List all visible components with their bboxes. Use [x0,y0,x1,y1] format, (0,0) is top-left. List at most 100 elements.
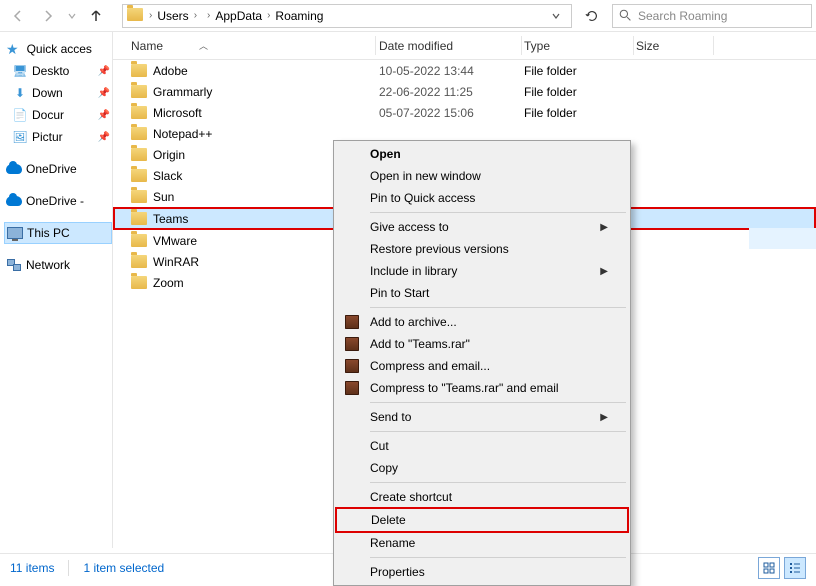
address-dropdown[interactable] [545,11,567,21]
ctx-cut[interactable]: Cut [336,435,628,457]
folder-icon [131,234,147,247]
file-name: Slack [153,169,182,183]
search-icon [619,9,632,22]
ctx-open[interactable]: Open [336,143,628,165]
context-menu: Open Open in new window Pin to Quick acc… [333,140,631,586]
pin-icon: 📌 [98,66,110,77]
breadcrumb-item[interactable]: Users [154,9,191,23]
file-type: File folder [518,85,630,99]
file-name: Adobe [153,64,188,78]
back-button[interactable] [4,3,32,29]
file-type: File folder [518,106,630,120]
ctx-add-teams-rar[interactable]: Add to "Teams.rar" [336,333,628,355]
folder-icon [131,276,147,289]
sidebar-item-documents[interactable]: 📄 Docur📌 [4,104,112,126]
file-name: Origin [153,148,185,162]
selection-extend [749,228,816,249]
pin-icon: 📌 [98,132,110,143]
winrar-icon [344,380,360,396]
view-large-icons-button[interactable] [758,557,780,579]
ctx-pin-quick-access[interactable]: Pin to Quick access [336,187,628,209]
ctx-properties[interactable]: Properties [336,561,628,583]
folder-icon [131,148,147,161]
view-details-button[interactable] [784,557,806,579]
ctx-rename[interactable]: Rename [336,532,628,554]
refresh-button[interactable] [580,4,604,28]
ctx-send-to[interactable]: Send to▶ [336,406,628,428]
search-placeholder: Search Roaming [638,9,727,23]
ctx-restore-previous[interactable]: Restore previous versions [336,238,628,260]
onedrive-icon [6,193,22,209]
folder-icon [131,106,147,119]
file-name: Zoom [153,276,184,290]
folder-icon [131,64,147,77]
chevron-right-icon[interactable]: › [147,10,154,21]
chevron-right-icon[interactable]: › [205,10,212,21]
up-button[interactable] [82,3,110,29]
file-row[interactable]: Adobe 10-05-2022 13:44File folder [113,60,816,81]
sidebar-item-desktop[interactable]: 🖥 Deskto📌 [4,60,112,82]
pictures-icon: 🖼 [12,129,28,145]
ctx-create-shortcut[interactable]: Create shortcut [336,486,628,508]
file-row[interactable]: Grammarly 22-06-2022 11:25File folder [113,81,816,102]
column-header-date[interactable]: Date modified [373,39,518,53]
file-date: 05-07-2022 15:06 [373,106,518,120]
column-header-size[interactable]: Size [630,39,710,53]
chevron-right-icon[interactable]: › [265,10,272,21]
file-name: Notepad++ [153,127,212,141]
ctx-compress-teams-email[interactable]: Compress to "Teams.rar" and email [336,377,628,399]
status-selection-count: 1 item selected [83,561,164,575]
column-header-type[interactable]: Type [518,39,630,53]
sidebar-onedrive[interactable]: OneDrive [4,158,112,180]
pc-icon [7,225,23,241]
sidebar-this-pc[interactable]: This PC [4,222,112,244]
star-icon: ★ [6,41,19,58]
folder-icon [131,255,147,268]
folder-icon [131,190,147,203]
downloads-icon: ⬇ [12,85,28,101]
sidebar-item-downloads[interactable]: ⬇ Down📌 [4,82,112,104]
address-bar[interactable]: › Users › › AppData › Roaming [122,4,572,28]
ctx-give-access-to[interactable]: Give access to▶ [336,216,628,238]
documents-icon: 📄 [12,107,28,123]
navigation-pane: ★ Quick acces 🖥 Deskto📌 ⬇ Down📌 📄 Docur📌… [0,32,112,548]
sort-indicator-icon: ︿ [199,39,208,52]
ctx-include-library[interactable]: Include in library▶ [336,260,628,282]
chevron-right-icon: ▶ [600,412,608,423]
column-header-name[interactable]: Name︿ [125,39,373,53]
sidebar-onedrive-business[interactable]: OneDrive - [4,190,112,212]
breadcrumb-item[interactable]: AppData [212,9,265,23]
recent-dropdown[interactable] [64,3,80,29]
ctx-open-new-window[interactable]: Open in new window [336,165,628,187]
winrar-icon [344,314,360,330]
file-row[interactable]: Microsoft 05-07-2022 15:06File folder [113,102,816,123]
forward-button[interactable] [34,3,62,29]
file-date: 10-05-2022 13:44 [373,64,518,78]
search-input[interactable]: Search Roaming [612,4,812,28]
file-name: Teams [153,212,188,226]
file-name: Sun [153,190,174,204]
column-headers: Name︿ Date modified Type Size [113,32,816,60]
toolbar: › Users › › AppData › Roaming Search Roa… [0,0,816,32]
breadcrumb-item[interactable]: Roaming [272,9,326,23]
file-date: 22-06-2022 11:25 [373,85,518,99]
ctx-add-archive[interactable]: Add to archive... [336,311,628,333]
sidebar-quick-access[interactable]: ★ Quick acces [4,38,112,60]
status-item-count: 11 items [10,561,54,575]
ctx-compress-email[interactable]: Compress and email... [336,355,628,377]
folder-icon [131,169,147,182]
file-name: Microsoft [153,106,202,120]
file-name: VMware [153,234,197,248]
network-icon [6,257,22,273]
winrar-icon [344,358,360,374]
file-name: WinRAR [153,255,199,269]
ctx-delete[interactable]: Delete [337,509,627,531]
ctx-pin-start[interactable]: Pin to Start [336,282,628,304]
file-type: File folder [518,64,630,78]
sidebar-item-pictures[interactable]: 🖼 Pictur📌 [4,126,112,148]
ctx-copy[interactable]: Copy [336,457,628,479]
sidebar-network[interactable]: Network [4,254,112,276]
file-name: Grammarly [153,85,212,99]
chevron-right-icon[interactable]: › [192,10,199,21]
desktop-icon: 🖥 [12,63,28,79]
